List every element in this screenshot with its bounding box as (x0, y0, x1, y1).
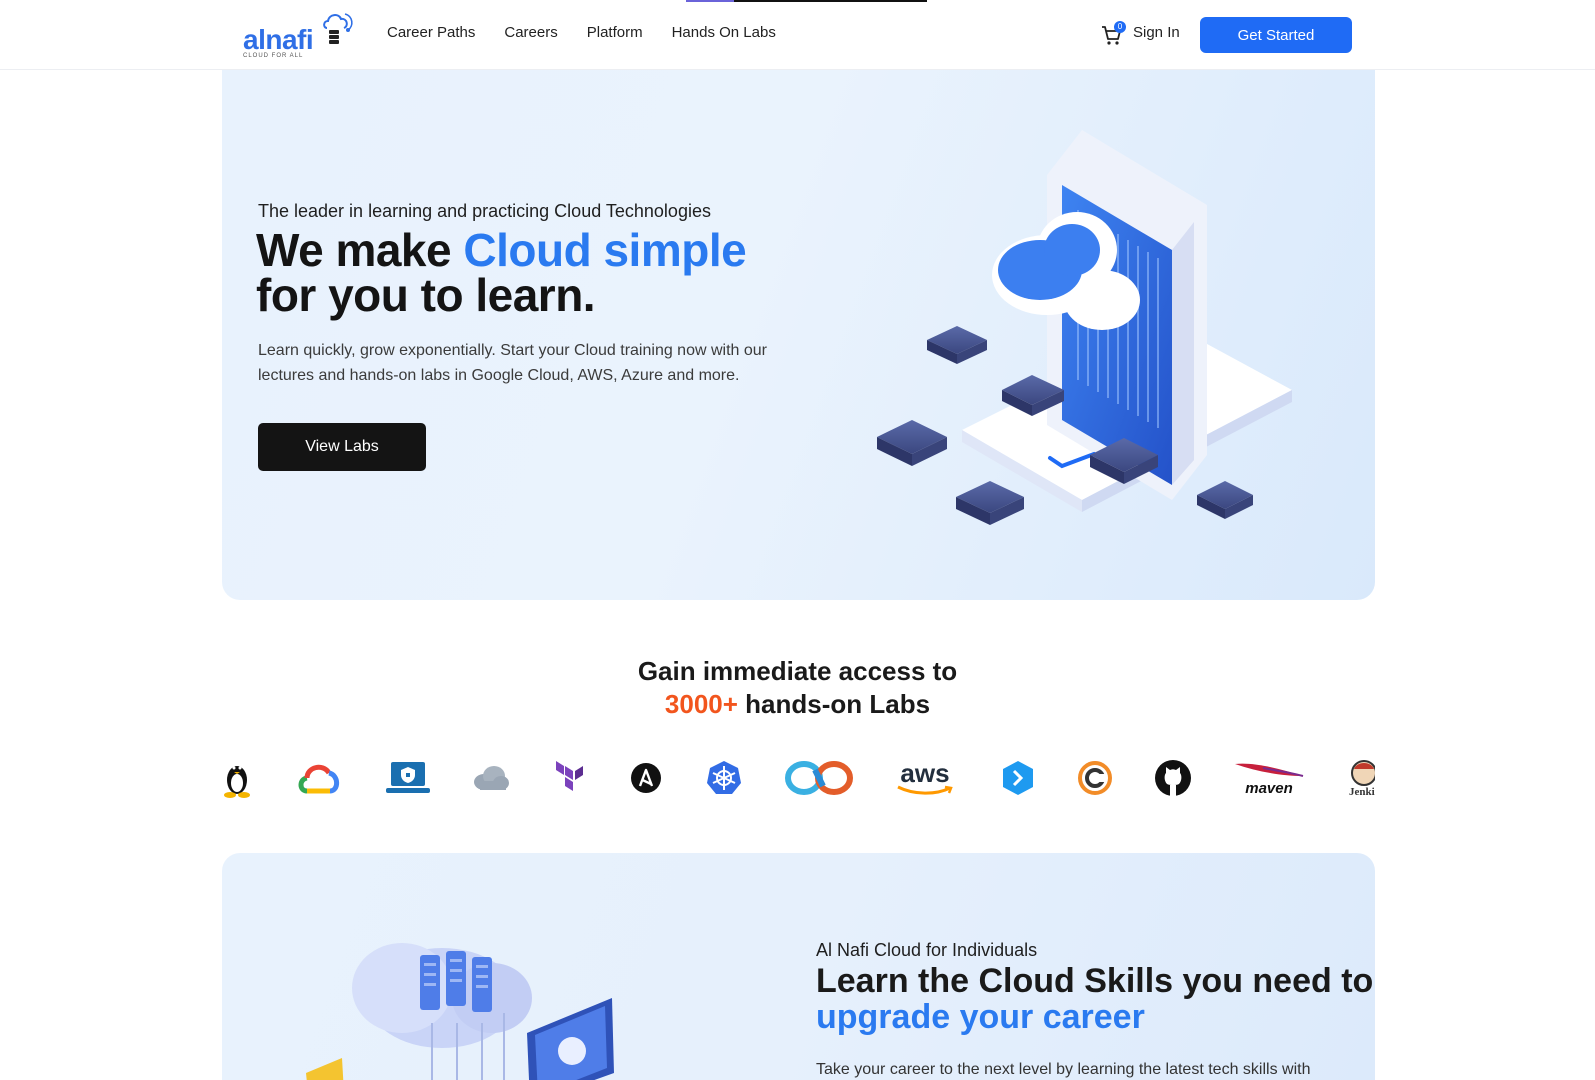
access-heading-rest: hands-on Labs (737, 689, 931, 719)
alnafi-logo[interactable]: alnafi CLOUD FOR ALL (243, 10, 355, 62)
get-started-button[interactable]: Get Started (1200, 17, 1352, 53)
hero-section: The leader in learning and practicing Cl… (222, 70, 1375, 600)
hero-title-part2: for you to learn. (256, 269, 596, 321)
individuals-description: Take your career to the next level by le… (816, 1061, 1311, 1078)
individuals-title: Learn the Cloud Skills you need to upgra… (816, 963, 1375, 1035)
jenkins-face-icon (1351, 760, 1375, 786)
google-cloud-icon (298, 764, 340, 794)
individuals-title-part1: Learn the Cloud Skills you need to (816, 962, 1374, 1000)
labs-count: 3000+ (664, 689, 738, 719)
ansible-icon (631, 763, 661, 793)
access-heading-line1: Gain immediate access to (637, 656, 958, 686)
nav-hands-on-labs[interactable]: Hands On Labs (672, 24, 776, 41)
maven-icon: maven (1232, 755, 1306, 801)
linux-icon (224, 766, 250, 798)
jenkins-icon: Jenkins (1349, 755, 1375, 801)
tool-logo-strip: aws maven Jenkins (222, 755, 1375, 805)
sign-in-link[interactable]: Sign In (1133, 24, 1180, 41)
individuals-section: Al Nafi Cloud for Individuals Learn the … (222, 853, 1375, 1080)
aws-logo-text: aws (900, 758, 950, 788)
nav-careers[interactable]: Careers (504, 24, 557, 41)
devops-infinity-icon (785, 761, 853, 795)
individuals-kicker: Al Nafi Cloud for Individuals (816, 940, 1038, 960)
logo-tagline: CLOUD FOR ALL (243, 53, 304, 59)
nav-platform[interactable]: Platform (587, 24, 643, 41)
maven-feather-icon (1235, 763, 1304, 777)
cloud-servers-laptop-illustration (306, 943, 614, 1080)
cart-count-badge: 0 (1114, 21, 1126, 33)
laptop-security-icon (386, 762, 430, 793)
azure-devops-icon (1003, 761, 1033, 795)
nav-career-paths[interactable]: Career Paths (387, 24, 475, 41)
github-icon (1155, 760, 1191, 796)
aws-smile-icon (897, 785, 953, 795)
aws-icon: aws (895, 755, 955, 801)
circleci-icon (1078, 761, 1112, 795)
logo-cloud-stack-icon (323, 13, 353, 44)
cloud-icon (474, 766, 509, 790)
hero-title: We make Cloud simple for you to learn. (256, 227, 747, 321)
view-labs-button[interactable]: View Labs (258, 423, 426, 471)
hero-kicker: The leader in learning and practicing Cl… (258, 201, 711, 221)
main-nav: Career Paths Careers Platform Hands On L… (387, 24, 776, 41)
logo-wordmark: alnafi (243, 24, 314, 55)
terraform-icon (556, 761, 583, 791)
cloud-tablet-illustration (877, 130, 1292, 525)
access-heading-line2: 3000+ hands-on Labs (0, 689, 1595, 720)
jenkins-logo-text: Jenkins (1349, 786, 1375, 798)
site-header: alnafi CLOUD FOR ALL Career Paths Career… (0, 0, 1595, 70)
hero-description: Learn quickly, grow exponentially. Start… (258, 342, 767, 384)
maven-logo-text: maven (1245, 780, 1293, 797)
individuals-title-accent: upgrade your career (816, 998, 1145, 1036)
kubernetes-icon (707, 761, 741, 794)
scroll-progress-indicator (686, 0, 927, 2)
